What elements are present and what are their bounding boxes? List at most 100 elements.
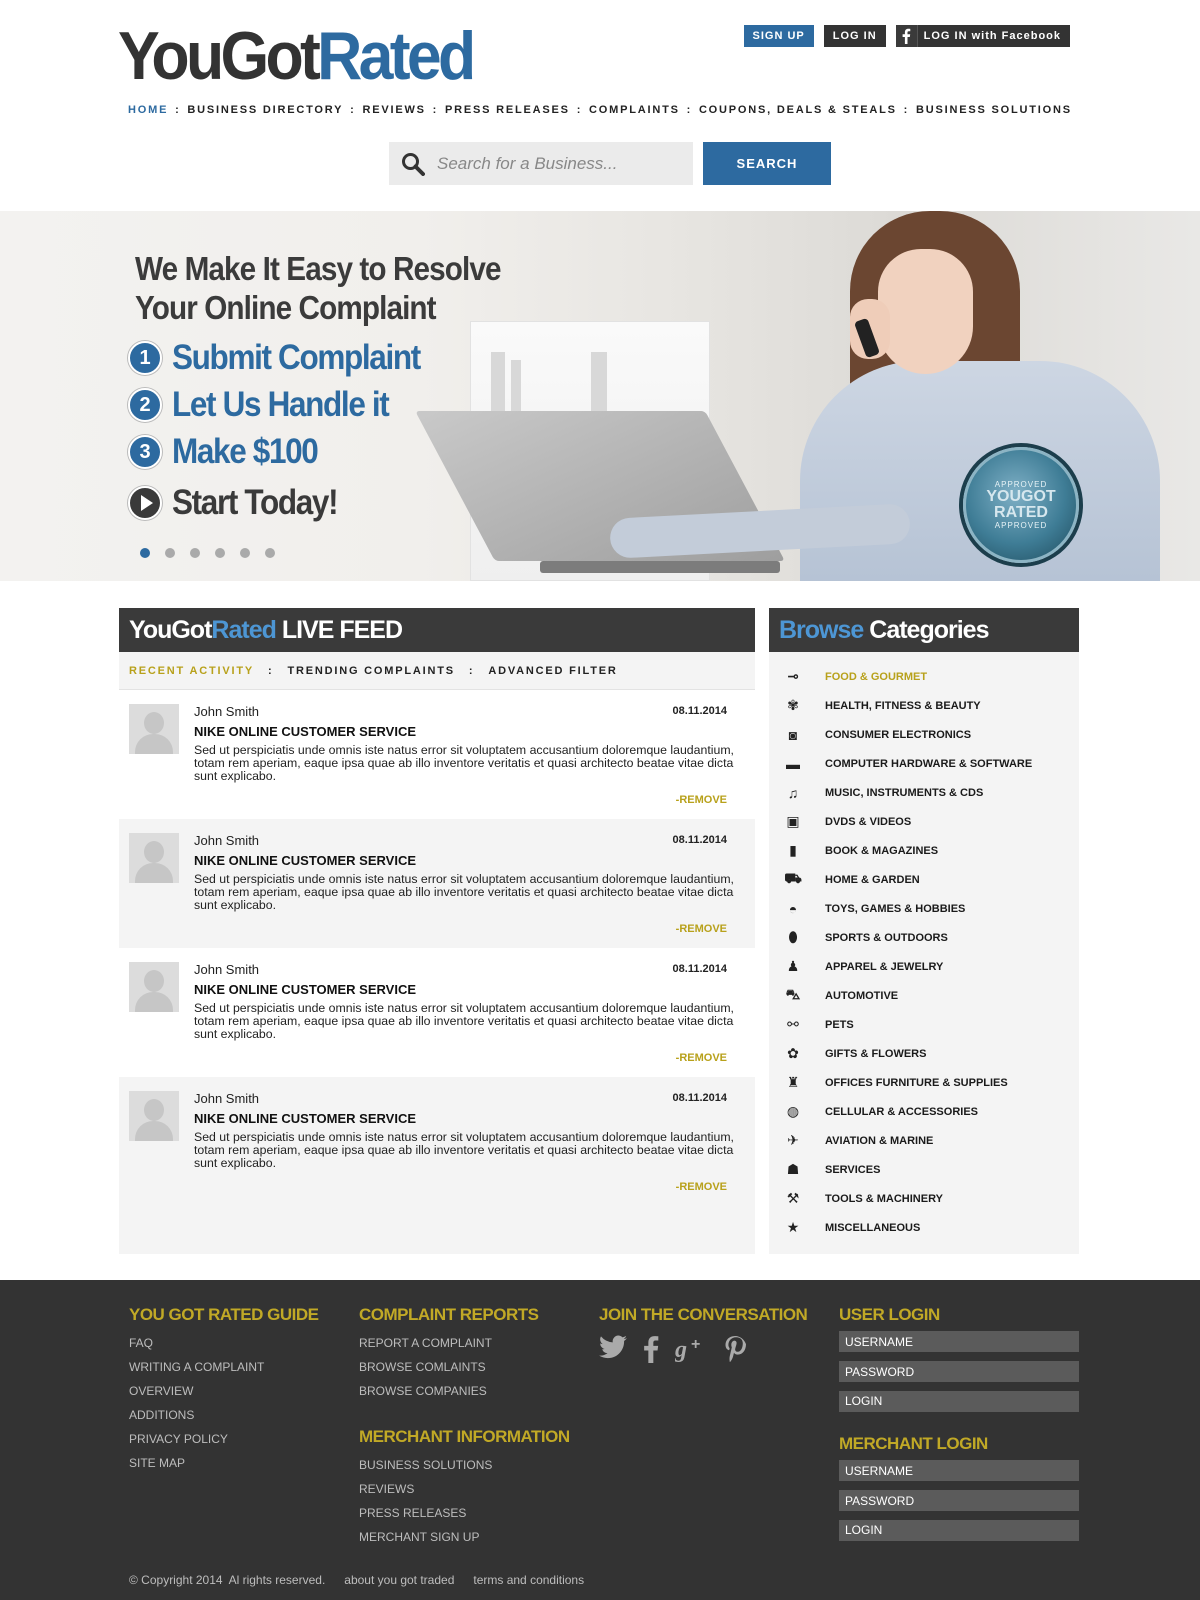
category-item[interactable]: ⛍ AUTOMOTIVE xyxy=(769,981,1079,1010)
feed-item-author[interactable]: John Smith xyxy=(194,704,259,719)
site-logo[interactable]: YouGotRated xyxy=(118,22,476,90)
category-item[interactable]: ◙ CONSUMER ELECTRONICS xyxy=(769,720,1079,749)
star-icon: ★ xyxy=(786,1219,800,1235)
terms-link[interactable]: terms and conditions xyxy=(473,1573,584,1587)
footer-link-business-solutions[interactable]: BUSINESS SOLUTIONS xyxy=(359,1453,570,1477)
category-item[interactable]: ▬ COMPUTER HARDWARE & SOFTWARE xyxy=(769,749,1079,778)
wheelbarrow-icon: ⛟ xyxy=(784,870,802,886)
category-item[interactable]: ★ MISCELLANEOUS xyxy=(769,1213,1079,1242)
category-item[interactable]: ◍ CELLULAR & ACCESSORIES xyxy=(769,1097,1079,1126)
category-item[interactable]: ♟ APPAREL & JEWELRY xyxy=(769,952,1079,981)
category-item[interactable]: ♫ MUSIC, INSTRUMENTS & CDS xyxy=(769,778,1079,807)
footer-link-privacy[interactable]: PRIVACY POLICY xyxy=(129,1427,318,1451)
feed-item-text: Sed ut perspiciatis unde omnis iste natu… xyxy=(194,872,734,912)
category-item[interactable]: ⬮ SPORTS & OUTDOORS xyxy=(769,923,1079,952)
twitter-icon[interactable] xyxy=(599,1335,627,1370)
carousel-dot-2[interactable] xyxy=(165,548,175,558)
category-item[interactable]: ⛟ HOME & GARDEN xyxy=(769,865,1079,894)
remove-link[interactable]: -REMOVE xyxy=(676,794,727,806)
category-label: DVDS & VIDEOS xyxy=(825,815,912,828)
category-item[interactable]: ☗ SERVICES xyxy=(769,1155,1079,1184)
facebook-login-button[interactable]: LOG IN with Facebook xyxy=(895,25,1070,47)
category-label: PETS xyxy=(825,1018,854,1031)
feed-head-part3: LIVE FEED xyxy=(275,615,403,644)
nav-reviews[interactable]: REVIEWS xyxy=(362,104,425,116)
nav-separator: : xyxy=(686,104,693,116)
category-item[interactable]: ✈ AVIATION & MARINE xyxy=(769,1126,1079,1155)
carousel-dot-5[interactable] xyxy=(240,548,250,558)
nav-business-solutions[interactable]: BUSINESS SOLUTIONS xyxy=(916,104,1072,116)
flower-icon: ✿ xyxy=(787,1045,799,1061)
nav-separator: : xyxy=(903,104,910,116)
footer-link-reviews[interactable]: REVIEWS xyxy=(359,1477,570,1501)
nav-press-releases[interactable]: PRESS RELEASES xyxy=(445,104,570,116)
search-input[interactable] xyxy=(437,153,677,174)
category-item[interactable]: ◓ TOYS, GAMES & HOBBIES xyxy=(769,894,1079,923)
feed-item-text: Sed ut perspiciatis unde omnis iste natu… xyxy=(194,1001,734,1041)
hero-banner: APPROVED YOUGOT RATED APPROVED We Make I… xyxy=(0,211,1200,581)
feed-item-title[interactable]: NIKE ONLINE CUSTOMER SERVICE xyxy=(194,1111,416,1126)
feed-item-author[interactable]: John Smith xyxy=(194,833,259,848)
auth-buttons: SIGN UP LOG IN LOG IN with Facebook xyxy=(743,25,1070,47)
footer-link-browse-companies[interactable]: BROWSE COMPANIES xyxy=(359,1379,570,1403)
category-item[interactable]: ⊸ FOOD & GOURMET xyxy=(769,662,1079,691)
feed-item-author[interactable]: John Smith xyxy=(194,962,259,977)
search-button[interactable]: SEARCH xyxy=(703,142,831,185)
footer-link-faq[interactable]: FAQ xyxy=(129,1331,318,1355)
remove-link[interactable]: -REMOVE xyxy=(676,1181,727,1193)
footer-link-browse-complaints[interactable]: BROWSE COMLAINTS xyxy=(359,1355,570,1379)
nav-home[interactable]: HOME xyxy=(128,104,168,116)
pinterest-icon[interactable] xyxy=(723,1335,747,1370)
category-item[interactable]: ⚯ PETS xyxy=(769,1010,1079,1039)
hero-step-2: 2 Let Us Handle it xyxy=(128,385,412,425)
user-login-button[interactable]: LOGIN xyxy=(839,1391,1079,1412)
category-item[interactable]: ⚒ TOOLS & MACHINERY xyxy=(769,1184,1079,1213)
category-label: COMPUTER HARDWARE & SOFTWARE xyxy=(825,757,1033,770)
feed-item-title[interactable]: NIKE ONLINE CUSTOMER SERVICE xyxy=(194,853,416,868)
footer-complaint-reports: COMPLAINT REPORTS REPORT A COMPLAINT BRO… xyxy=(359,1305,570,1549)
login-button[interactable]: LOG IN xyxy=(823,25,886,47)
carousel-dot-4[interactable] xyxy=(215,548,225,558)
user-username-input[interactable] xyxy=(839,1331,1079,1352)
footer-link-writing-complaint[interactable]: WRITING A COMPLAINT xyxy=(129,1355,318,1379)
tab-advanced-filter[interactable]: ADVANCED FILTER xyxy=(488,665,617,677)
signup-button[interactable]: SIGN UP xyxy=(743,25,814,47)
carousel-dot-6[interactable] xyxy=(265,548,275,558)
category-item[interactable]: ▣ DVDS & VIDEOS xyxy=(769,807,1079,836)
facebook-icon[interactable] xyxy=(643,1335,659,1370)
merchant-username-input[interactable] xyxy=(839,1460,1079,1481)
merchant-password-input[interactable] xyxy=(839,1490,1079,1511)
footer-link-report-complaint[interactable]: REPORT A COMPLAINT xyxy=(359,1331,570,1355)
footer-link-overview[interactable]: OVERVIEW xyxy=(129,1379,318,1403)
avatar xyxy=(129,1091,179,1141)
category-item[interactable]: ▮ BOOK & MAGAZINES xyxy=(769,836,1079,865)
footer-link-press-releases[interactable]: PRESS RELEASES xyxy=(359,1501,570,1525)
user-password-input[interactable] xyxy=(839,1361,1079,1382)
feed-item-title[interactable]: NIKE ONLINE CUSTOMER SERVICE xyxy=(194,724,416,739)
nav-separator: : xyxy=(175,104,181,116)
carousel-dot-1[interactable] xyxy=(140,548,150,558)
remove-link[interactable]: -REMOVE xyxy=(676,923,727,935)
footer-link-additions[interactable]: ADDITIONS xyxy=(129,1403,318,1427)
footer-link-sitemap[interactable]: SITE MAP xyxy=(129,1451,318,1475)
svg-text:g: g xyxy=(675,1337,687,1363)
category-item[interactable]: ✾ HEALTH, FITNESS & BEAUTY xyxy=(769,691,1079,720)
start-today-button[interactable]: Start Today! xyxy=(128,483,356,523)
category-item[interactable]: ♜ OFFICES FURNITURE & SUPPLIES xyxy=(769,1068,1079,1097)
badge-bottom-text: APPROVED xyxy=(994,521,1048,530)
about-link[interactable]: about you got traded xyxy=(344,1573,454,1587)
remove-link[interactable]: -REMOVE xyxy=(676,1052,727,1064)
feed-item-title[interactable]: NIKE ONLINE CUSTOMER SERVICE xyxy=(194,982,416,997)
feed-item-date: 08.11.2014 xyxy=(672,705,727,717)
category-item[interactable]: ✿ GIFTS & FLOWERS xyxy=(769,1039,1079,1068)
tab-trending-complaints[interactable]: TRENDING COMPLAINTS xyxy=(287,665,454,677)
carousel-dot-3[interactable] xyxy=(190,548,200,558)
nav-coupons[interactable]: COUPONS, DEALS & STEALS xyxy=(699,104,897,116)
nav-business-directory[interactable]: BUSINESS DIRECTORY xyxy=(187,104,343,116)
google-plus-icon[interactable]: g + xyxy=(674,1335,707,1370)
footer-link-merchant-signup[interactable]: MERCHANT SIGN UP xyxy=(359,1525,570,1549)
feed-item-author[interactable]: John Smith xyxy=(194,1091,259,1106)
nav-complaints[interactable]: COMPLAINTS xyxy=(589,104,680,116)
merchant-login-button[interactable]: LOGIN xyxy=(839,1520,1079,1541)
tab-recent-activity[interactable]: RECENT ACTIVITY xyxy=(129,665,254,677)
